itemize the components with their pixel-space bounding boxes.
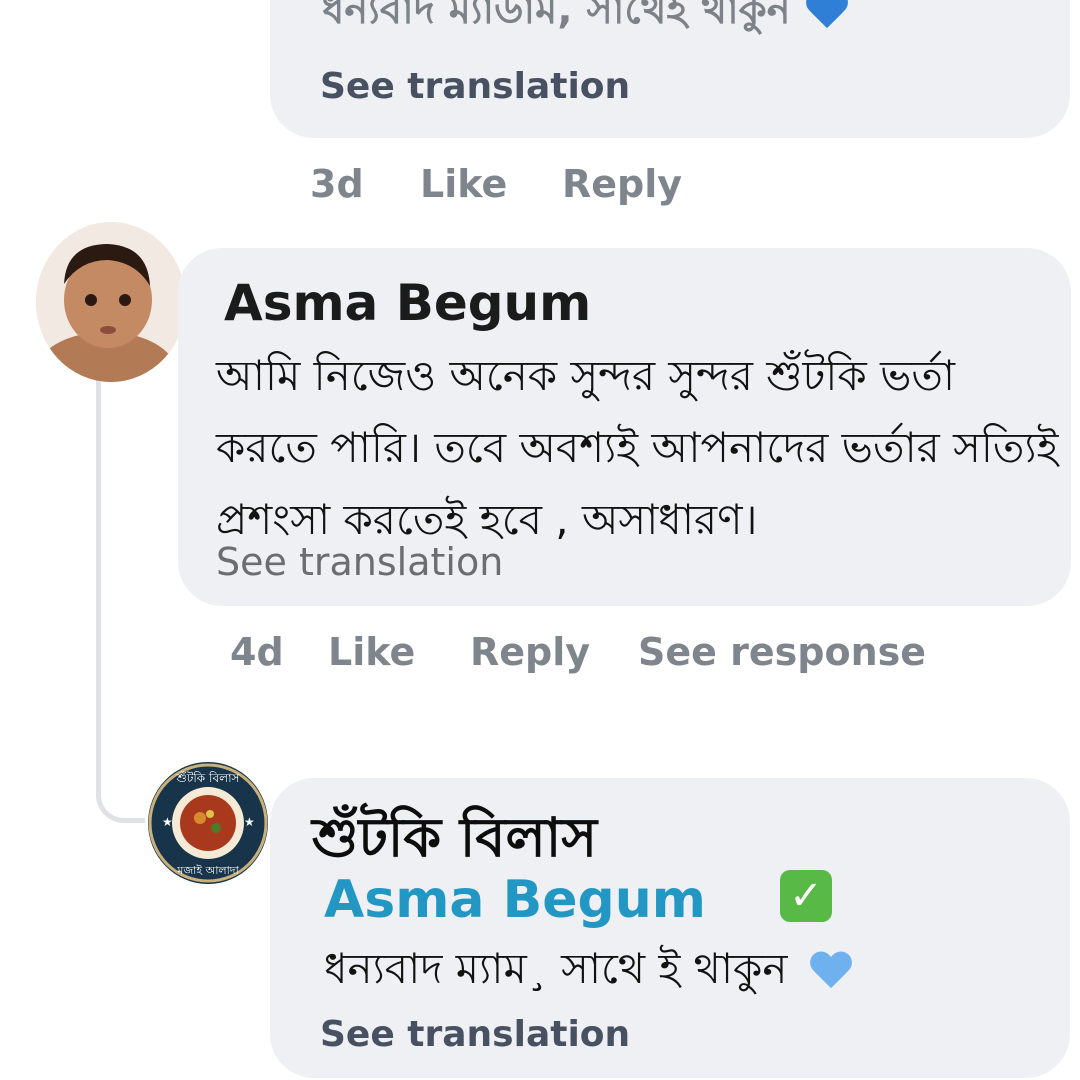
timestamp: 3d xyxy=(310,162,364,206)
comment-actions: 4d Like Reply See response xyxy=(0,630,1080,680)
see-translation-link[interactable]: See translation xyxy=(320,1014,630,1055)
comment-author-name[interactable]: Asma Begum xyxy=(224,274,591,332)
heart-icon xyxy=(809,952,853,992)
see-translation-link[interactable]: See translation xyxy=(216,540,503,584)
page-logo: ★ ★ শুঁটকি বিলাস মজাই আলাদা xyxy=(148,763,268,883)
reply-button[interactable]: Reply xyxy=(470,630,590,674)
svg-text:★: ★ xyxy=(244,815,255,829)
reply-text: ধন্যবাদ ম্যাম¸ সাথে ই থাকুন xyxy=(324,944,788,993)
timestamp: 4d xyxy=(230,630,284,674)
like-button[interactable]: Like xyxy=(328,630,415,674)
top-comment-text-row: ধন্যবাদ ম্যাডাম, সাথেই থাকুন xyxy=(322,0,849,45)
reply-text-row: ধন্যবাদ ম্যাম¸ সাথে ই থাকুন xyxy=(324,936,853,1007)
mention-tag[interactable]: Asma Begum xyxy=(324,870,706,930)
svg-text:★: ★ xyxy=(162,815,173,829)
avatar[interactable] xyxy=(36,222,186,382)
thread-connector-line xyxy=(96,380,145,823)
top-comment-actions: 3d Like Reply xyxy=(0,162,1080,212)
check-mark-icon: ✓ xyxy=(780,870,832,922)
baby-avatar-image xyxy=(36,222,186,382)
logo-top-text: শুঁটকি বিলাস xyxy=(176,770,241,785)
comment-text: আমি নিজেও অনেক সুন্দর সুন্দর শুঁটকি ভর্ত… xyxy=(216,351,1059,544)
top-comment-text: ধন্যবাদ ম্যাডাম, সাথেই থাকুন xyxy=(322,0,791,33)
like-button[interactable]: Like xyxy=(420,162,507,206)
logo-bottom-text: মজাই আলাদা xyxy=(176,864,239,877)
see-response-button[interactable]: See response xyxy=(638,630,926,674)
see-translation-link[interactable]: See translation xyxy=(320,66,630,107)
reply-button[interactable]: Reply xyxy=(562,162,682,206)
page-avatar[interactable]: ★ ★ শুঁটকি বিলাস মজাই আলাদা xyxy=(148,762,268,884)
heart-icon xyxy=(805,0,849,32)
